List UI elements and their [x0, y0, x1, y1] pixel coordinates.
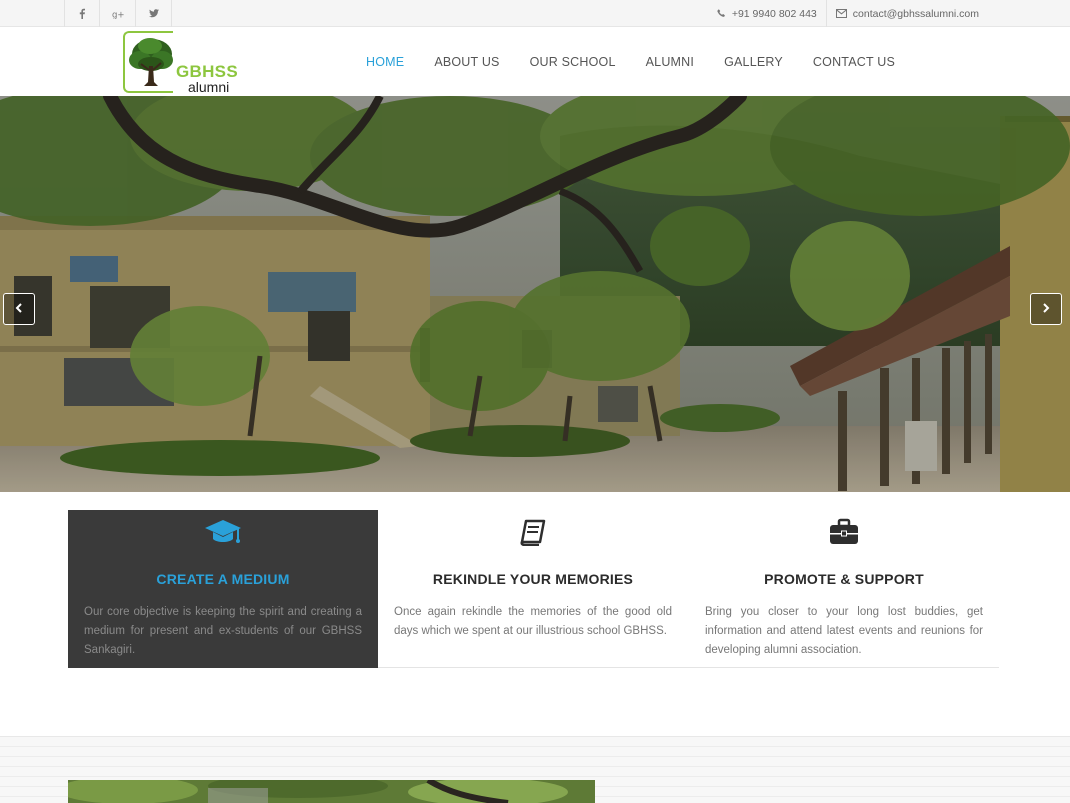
phone-number: +91 9940 802 443: [731, 7, 817, 20]
features-section: CREATE A MEDIUM Our core objective is ke…: [68, 510, 999, 668]
email-address: contact@gbhssalumni.com: [852, 7, 979, 20]
site-header: GBHSS alumni HOME ABOUT US OUR SCHOOL AL…: [0, 27, 1070, 96]
site-logo[interactable]: GBHSS alumni: [122, 30, 238, 95]
feature-title: CREATE A MEDIUM: [156, 571, 290, 587]
main-nav: HOME ABOUT US OUR SCHOOL ALUMNI GALLERY …: [351, 27, 910, 96]
email-contact[interactable]: contact@gbhssalumni.com: [825, 0, 988, 27]
book-icon: [518, 518, 548, 548]
nav-gallery[interactable]: GALLERY: [709, 55, 798, 69]
twitter-icon[interactable]: [136, 0, 172, 27]
google-plus-icon[interactable]: g+: [100, 0, 136, 27]
school-photo: [68, 780, 595, 803]
feature-create-medium[interactable]: CREATE A MEDIUM Our core objective is ke…: [68, 510, 378, 668]
nav-alumni[interactable]: ALUMNI: [631, 55, 709, 69]
feature-text: Once again rekindle the memories of the …: [394, 606, 672, 637]
feature-title: PROMOTE & SUPPORT: [764, 571, 924, 587]
nav-contact-us[interactable]: CONTACT US: [798, 55, 910, 69]
feature-text: Bring you closer to your long lost buddi…: [705, 606, 983, 656]
graduation-cap-icon: [204, 518, 242, 548]
slider-prev-button[interactable]: [3, 293, 35, 325]
contact-info: +91 9940 802 443 contact@gbhssalumni.com: [708, 0, 988, 27]
nav-our-school[interactable]: OUR SCHOOL: [515, 55, 631, 69]
nav-home[interactable]: HOME: [351, 55, 419, 69]
briefcase-icon: [829, 518, 859, 548]
chevron-left-icon: [15, 300, 23, 318]
envelope-icon: [835, 9, 847, 18]
hero-image: [0, 96, 1070, 492]
chevron-right-icon: [1042, 300, 1050, 318]
nav-about-us[interactable]: ABOUT US: [419, 55, 514, 69]
slider-next-button[interactable]: [1030, 293, 1062, 325]
feature-rekindle-memories[interactable]: REKINDLE YOUR MEMORIES Once again rekind…: [378, 510, 688, 668]
feature-text: Our core objective is keeping the spirit…: [84, 606, 362, 656]
svg-text:g+: g+: [112, 10, 124, 19]
phone-icon: [717, 9, 726, 18]
phone-contact[interactable]: +91 9940 802 443: [708, 0, 826, 27]
tree-icon: [129, 38, 173, 86]
feature-title: REKINDLE YOUR MEMORIES: [432, 571, 634, 587]
top-bar: g+ +91 9940 802 443 contact@gbhssalumni.…: [0, 0, 1070, 27]
logo-subtitle: alumni: [188, 79, 230, 95]
hero-slider[interactable]: [0, 96, 1070, 492]
facebook-icon[interactable]: [64, 0, 100, 27]
feature-promote-support[interactable]: PROMOTE & SUPPORT Bring you closer to yo…: [689, 510, 999, 668]
social-links: g+: [64, 0, 172, 27]
